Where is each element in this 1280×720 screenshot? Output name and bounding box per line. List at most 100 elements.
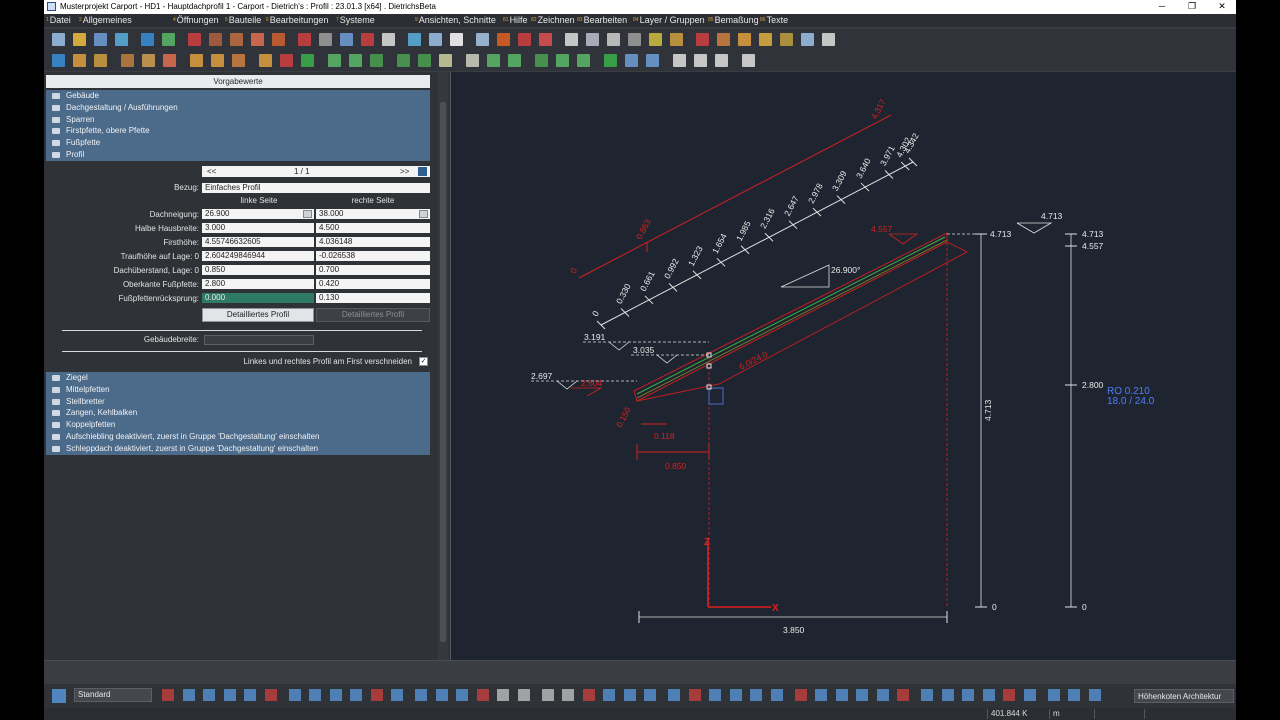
- detailliertes-profil-left-button[interactable]: Detailliertes Profil: [202, 308, 314, 322]
- fusspfettenruecksprung-left-input[interactable]: 0.000: [202, 293, 314, 303]
- drawing-tool-icon[interactable]: [962, 689, 974, 701]
- drawing-tool-icon[interactable]: [497, 689, 509, 701]
- drawing-tool-icon[interactable]: [897, 689, 909, 701]
- drawing-tool-icon[interactable]: [370, 689, 383, 701]
- toolbar-tool-icon[interactable]: [73, 33, 86, 46]
- drawing-tool-icon[interactable]: [435, 689, 448, 701]
- toolbar-tool-icon[interactable]: [121, 54, 134, 67]
- tree-item-dachgestaltung[interactable]: Dachgestaltung / Ausführungen: [46, 102, 430, 114]
- toolbar-tool-icon[interactable]: [717, 33, 730, 46]
- tree-item-zangen[interactable]: Zangen, Kehlbalken: [46, 407, 430, 419]
- toolbar-tool-icon[interactable]: [497, 33, 510, 46]
- toolbar-tool-icon[interactable]: [625, 54, 638, 67]
- drawing-tool-icon[interactable]: [182, 689, 195, 701]
- tree-item-sparren[interactable]: Sparren: [46, 114, 430, 126]
- tree-item-koppelpfetten[interactable]: Koppelpfetten: [46, 419, 430, 431]
- toolbar-tool-icon[interactable]: [370, 54, 383, 67]
- tree-item-gebaeude[interactable]: Gebäude: [46, 90, 430, 102]
- toolbar-tool-icon[interactable]: [780, 33, 793, 46]
- toolbar-tool-icon[interactable]: [361, 33, 374, 46]
- toolbar-tool-icon[interactable]: [211, 54, 224, 67]
- drawing-tool-icon[interactable]: [1088, 689, 1101, 701]
- tree-item-profil[interactable]: Profil: [46, 149, 430, 161]
- oberkante-fusspfette-right-input[interactable]: 0.420: [316, 279, 430, 289]
- drawing-tool-icon[interactable]: [162, 689, 174, 701]
- toolbar-tool-icon[interactable]: [188, 33, 201, 46]
- menu-texte[interactable]: 86Texte: [760, 14, 788, 27]
- menu-allgemeines[interactable]: 2Allgemeines: [79, 14, 132, 27]
- toolbar-tool-icon[interactable]: [251, 33, 264, 46]
- drawing-tool-icon[interactable]: [835, 689, 848, 701]
- toolbar-tool-icon[interactable]: [418, 54, 431, 67]
- drawing-tool-icon[interactable]: [517, 689, 530, 701]
- toolbar-tool-icon[interactable]: [142, 54, 155, 67]
- drawing-tool-icon[interactable]: [770, 689, 783, 701]
- toolbar-tool-icon[interactable]: [94, 54, 107, 67]
- menu-bearbeitungen[interactable]: 6Bearbeitungen: [266, 14, 328, 27]
- profile-drawing[interactable]: 0 0.330 0.661 0.992 1.323 1.654 1.985 2.316 2.64…: [451, 72, 1237, 660]
- close-button[interactable]: ✕: [1208, 0, 1236, 14]
- drawing-tool-icon[interactable]: [750, 689, 762, 701]
- drawing-canvas[interactable]: 0 0.330 0.661 0.992 1.323 1.654 1.985 2.316 2.64…: [450, 72, 1236, 660]
- drawing-tool-icon[interactable]: [415, 689, 427, 701]
- layer-select[interactable]: Höhenkoten Architektur: [1134, 689, 1234, 703]
- command-line[interactable]: [44, 660, 1236, 685]
- halbe-hausbreite-right-input[interactable]: 4.500: [316, 223, 430, 233]
- toolbar-tool-icon[interactable]: [73, 54, 86, 67]
- toolbar-tool-icon[interactable]: [349, 54, 362, 67]
- toolbar-tool-icon[interactable]: [801, 33, 814, 46]
- menu-hilfe[interactable]: 81Hilfe: [503, 14, 528, 27]
- toolbar-tool-icon[interactable]: [52, 33, 65, 46]
- dachueberstand-left-input[interactable]: 0.850: [202, 265, 314, 275]
- drawing-tool-icon[interactable]: [876, 689, 889, 701]
- angle-picker-icon[interactable]: [419, 210, 428, 218]
- toolbar-tool-icon[interactable]: [230, 33, 243, 46]
- drawing-tool-icon[interactable]: [244, 689, 256, 701]
- drawing-tool-icon[interactable]: [309, 689, 321, 701]
- toolbar-tool-icon[interactable]: [607, 33, 620, 46]
- drawing-tool-icon[interactable]: [541, 689, 554, 701]
- drawing-tool-icon[interactable]: [562, 689, 574, 701]
- toolbar-tool-icon[interactable]: [301, 54, 314, 67]
- drawing-tool-icon[interactable]: [203, 689, 215, 701]
- toolbar-tool-icon[interactable]: [162, 33, 175, 46]
- toolbar-tool-icon[interactable]: [163, 54, 176, 67]
- toolbar-tool-icon[interactable]: [476, 33, 489, 46]
- drawing-tool-icon[interactable]: [603, 689, 615, 701]
- drawing-tool-icon[interactable]: [350, 689, 362, 701]
- menu-zeichnen[interactable]: 82Zeichnen: [531, 14, 575, 27]
- prev-record-button[interactable]: <<: [207, 166, 216, 177]
- tree-item-aufschiebling[interactable]: Aufschiebling deaktiviert, zuerst in Gru…: [46, 431, 430, 443]
- drawing-tool-icon[interactable]: [856, 689, 868, 701]
- toolbar-tool-icon[interactable]: [696, 33, 709, 46]
- drawing-tool-icon[interactable]: [921, 689, 933, 701]
- toolbar-tool-icon[interactable]: [628, 33, 641, 46]
- toolbar-tool-icon[interactable]: [646, 54, 659, 67]
- drawing-tool-icon[interactable]: [456, 689, 468, 701]
- drawing-tool-icon[interactable]: [668, 689, 680, 701]
- bezug-field[interactable]: Einfaches Profil: [202, 183, 430, 193]
- toolbar-tool-icon[interactable]: [429, 33, 442, 46]
- fusspfettenruecksprung-right-input[interactable]: 0.130: [316, 293, 430, 303]
- toolbar-tool-icon[interactable]: [141, 33, 154, 46]
- panel-scrollbar[interactable]: [438, 72, 448, 660]
- halbe-hausbreite-left-input[interactable]: 3.000: [202, 223, 314, 233]
- tree-item-firstpfette[interactable]: Firstpfette, obere Pfette: [46, 125, 430, 137]
- toolbar-tool-icon[interactable]: [408, 33, 421, 46]
- menu-oeffnungen[interactable]: 4Öffnungen: [173, 14, 219, 27]
- toolbar-tool-icon[interactable]: [738, 33, 751, 46]
- drawing-tool-icon[interactable]: [941, 689, 954, 701]
- style-select[interactable]: Standard: [74, 688, 152, 702]
- tree-item-ziegel[interactable]: Ziegel: [46, 372, 430, 384]
- drawing-tool-icon[interactable]: [794, 689, 807, 701]
- toolbar-tool-icon[interactable]: [535, 54, 548, 67]
- drawing-tool-icon[interactable]: [688, 689, 701, 701]
- scroll-thumb[interactable]: [440, 102, 446, 642]
- detailliertes-profil-right-button[interactable]: Detailliertes Profil: [316, 308, 430, 322]
- menu-bearbeiten[interactable]: 83Bearbeiten: [577, 14, 627, 27]
- toolbar-tool-icon[interactable]: [556, 54, 569, 67]
- toolbar-tool-icon[interactable]: [328, 54, 341, 67]
- toolbar-tool-icon[interactable]: [190, 54, 203, 67]
- drawing-tool-icon[interactable]: [1003, 689, 1015, 701]
- toolbar-tool-icon[interactable]: [518, 33, 531, 46]
